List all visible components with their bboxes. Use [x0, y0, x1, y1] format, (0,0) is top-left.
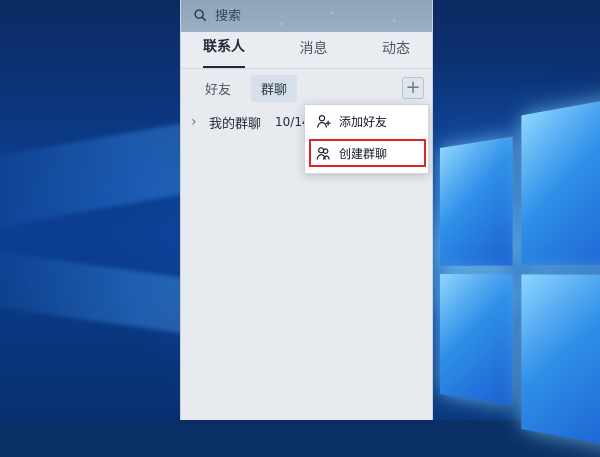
search-input[interactable] — [213, 7, 397, 25]
contacts-subbar: 好友 群聊 + — [181, 69, 432, 107]
contacts-panel: 联系人 消息 动态 好友 群聊 + › 我的群聊 10/14 — [180, 0, 433, 420]
windows-logo-pane — [521, 95, 600, 266]
chevron-right-icon: › — [191, 114, 197, 130]
tab-contacts[interactable]: 联系人 — [203, 28, 245, 68]
windows-logo — [440, 83, 600, 456]
search-bar — [181, 0, 432, 32]
add-button[interactable]: + — [402, 77, 424, 99]
tab-moments[interactable]: 动态 — [382, 30, 410, 68]
add-friend-icon — [315, 113, 331, 129]
menu-item-create-group[interactable]: 创建群聊 — [305, 137, 428, 169]
menu-item-label: 添加好友 — [339, 114, 388, 129]
main-tabs: 联系人 消息 动态 — [181, 32, 432, 69]
menu-item-add-friend[interactable]: 添加好友 — [305, 105, 428, 137]
subtab-groups[interactable]: 群聊 — [251, 74, 298, 102]
group-name: 我的群聊 — [209, 116, 262, 132]
add-menu: 添加好友 创建群聊 — [304, 104, 429, 174]
tab-messages[interactable]: 消息 — [300, 30, 328, 68]
create-group-icon — [315, 145, 331, 161]
windows-logo-pane — [521, 274, 600, 450]
search-icon — [193, 7, 207, 26]
windows-logo-pane — [440, 274, 513, 406]
subtab-friends[interactable]: 好友 — [195, 75, 241, 102]
windows-logo-pane — [440, 136, 513, 266]
menu-item-label: 创建群聊 — [339, 146, 388, 161]
